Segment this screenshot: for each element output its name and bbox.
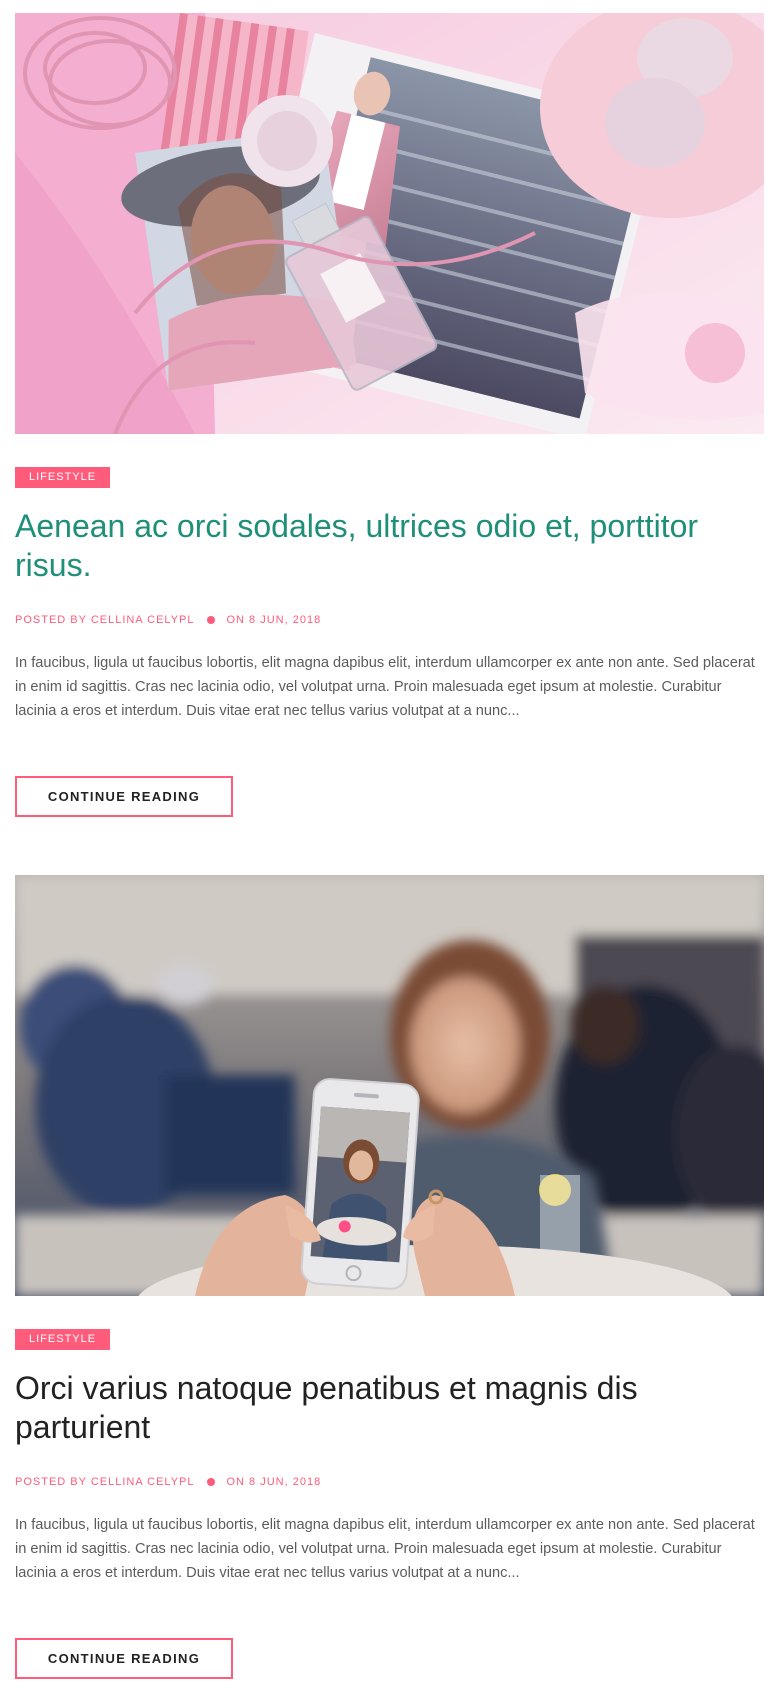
post-image [15,13,764,434]
category-badge[interactable]: LIFESTYLE [15,467,111,488]
post-title[interactable]: Aenean ac orci sodales, ultrices odio et… [15,507,764,585]
post-author: POSTED BY CELLINA CELYPL [15,1476,195,1488]
blog-post: LIFESTYLE Orci varius natoque penatibus … [15,875,764,1679]
blog-post: LIFESTYLE Aenean ac orci sodales, ultric… [15,13,764,817]
post-date: ON 8 JUN, 2018 [226,614,322,626]
meta-separator-dot [206,1477,215,1486]
continue-reading-button[interactable]: CONTINUE READING [15,776,233,817]
post-thumbnail[interactable] [15,13,764,434]
post-thumbnail[interactable] [15,875,764,1296]
post-image [15,875,764,1296]
post-meta: POSTED BY CELLINA CELYPL ON 8 JUN, 2018 [15,613,321,627]
post-meta: POSTED BY CELLINA CELYPL ON 8 JUN, 2018 [15,1475,321,1489]
post-excerpt: In faucibus, ligula ut faucibus lobortis… [15,655,755,719]
meta-separator-dot [206,615,215,624]
continue-reading-button[interactable]: CONTINUE READING [15,1638,233,1679]
post-title[interactable]: Orci varius natoque penatibus et magnis … [15,1369,764,1447]
post-author: POSTED BY CELLINA CELYPL [15,614,195,626]
post-date: ON 8 JUN, 2018 [226,1476,322,1488]
post-excerpt: In faucibus, ligula ut faucibus lobortis… [15,1517,755,1581]
category-badge[interactable]: LIFESTYLE [15,1329,111,1350]
